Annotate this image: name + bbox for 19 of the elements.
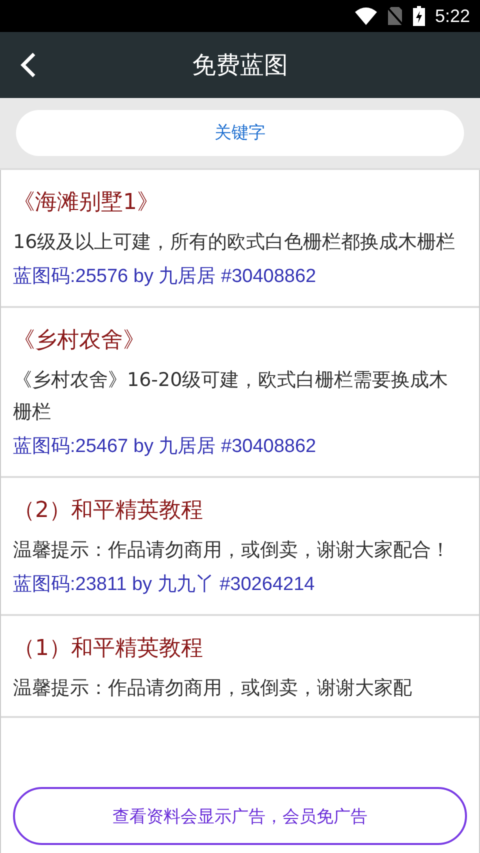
- wifi-icon: [354, 7, 377, 25]
- back-icon[interactable]: [20, 52, 36, 78]
- blueprint-title[interactable]: （2）和平精英教程: [13, 494, 467, 528]
- blueprint-description: 温馨提示：作品请勿商用，或倒卖，谢谢大家配: [13, 676, 413, 701]
- status-time: 5:22: [434, 6, 470, 26]
- blueprint-title[interactable]: （1）和平精英教程: [13, 632, 467, 666]
- blueprint-description: 《乡村农舍》16-20级可建，欧式白栅栏需要换成木栅栏: [13, 368, 450, 425]
- page-title: 免费蓝图: [192, 50, 288, 81]
- blueprint-description: 16级及以上可建，所有的欧式白色栅栏都换成木栅栏: [13, 230, 456, 255]
- ad-notice-button[interactable]: 查看资料会显示广告，会员免广告: [13, 787, 467, 845]
- blueprint-description: 温馨提示：作品请勿商用，或倒卖，谢谢大家配合！: [13, 538, 451, 563]
- blueprint-code: 蓝图码:25576 by 九居居 #30408862: [13, 265, 318, 289]
- blueprint-title[interactable]: 《海滩别墅1》: [13, 186, 467, 220]
- blueprint-title[interactable]: 《乡村农舍》: [13, 324, 467, 358]
- search-field[interactable]: 关键字: [16, 110, 464, 156]
- blueprint-code: 蓝图码:23811 by 九九丫 #30264214: [13, 573, 316, 597]
- battery-charging-icon: [412, 6, 425, 26]
- blueprint-code: 蓝图码:25467 by 九居居 #30408862: [13, 435, 318, 459]
- no-sim-icon: [386, 6, 403, 26]
